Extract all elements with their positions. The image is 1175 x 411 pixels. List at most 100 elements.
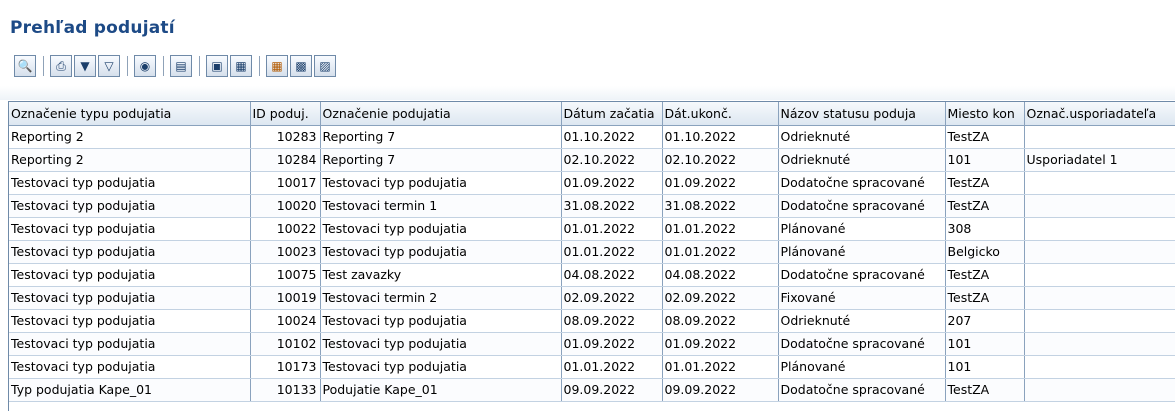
export-icon[interactable]: ▤ <box>170 55 192 77</box>
table-row[interactable]: Reporting 2 10284 Reporting 7 02.10.2022 02.… <box>9 148 1175 172</box>
table-cell[interactable]: Testovaci termin 2 <box>320 286 562 310</box>
table-cell[interactable] <box>1024 332 1175 356</box>
table-cell[interactable]: Testovaci typ podujatia <box>320 171 562 195</box>
print-icon[interactable]: ⎙ <box>50 55 72 77</box>
grid-view-icon[interactable]: ▦ <box>266 55 288 77</box>
table-cell[interactable]: Podujatie Kape_01 <box>320 378 562 402</box>
table-cell[interactable]: Plánované <box>778 240 946 264</box>
table-cell[interactable]: Testovaci typ podujatia <box>9 194 251 218</box>
filter-icon[interactable]: ▼ <box>74 55 96 77</box>
table-cell[interactable]: 31.08.2022 <box>561 194 663 218</box>
column-header[interactable]: Dátum začatia <box>561 102 663 126</box>
table-cell[interactable]: 10022 <box>250 217 321 241</box>
table-cell[interactable]: TestZA <box>945 194 1025 218</box>
table-cell[interactable]: 01.09.2022 <box>662 171 779 195</box>
table-cell[interactable] <box>1024 125 1175 149</box>
column-header[interactable]: Označenie podujatia <box>320 102 562 126</box>
select-layout-icon[interactable]: ▣ <box>206 55 228 77</box>
table-cell[interactable]: Dodatočne spracované <box>778 171 946 195</box>
table-cell[interactable]: TestZA <box>945 286 1025 310</box>
table-cell[interactable]: 10017 <box>250 171 321 195</box>
table-cell[interactable]: Testovaci termin 1 <box>320 194 562 218</box>
table-row[interactable]: Testovaci typ podujatia 10019 Testovaci te… <box>9 286 1175 310</box>
details-magnifier-icon[interactable]: 🔍 <box>14 55 36 77</box>
filter-remove-icon[interactable]: ▽ <box>98 55 120 77</box>
table-cell[interactable]: Usporiadatel 1 <box>1024 148 1175 172</box>
table-cell[interactable]: 10284 <box>250 148 321 172</box>
table-cell[interactable]: Typ podujatia Kape_01 <box>9 378 251 402</box>
table-row[interactable]: Testovaci typ podujatia 10102 Testovaci ty… <box>9 332 1175 356</box>
table-cell[interactable] <box>1024 378 1175 402</box>
table-cell[interactable]: Plánované <box>778 355 946 379</box>
table-cell[interactable]: Reporting 7 <box>320 148 562 172</box>
table-cell[interactable]: 10133 <box>250 378 321 402</box>
table-cell[interactable]: 10173 <box>250 355 321 379</box>
table-cell[interactable]: 01.01.2022 <box>662 240 779 264</box>
table-cell[interactable]: Testovaci typ podujatia <box>320 309 562 333</box>
table-cell[interactable] <box>1024 171 1175 195</box>
table-cell[interactable]: Reporting 2 <box>9 125 251 149</box>
table-cell[interactable]: Dodatočne spracované <box>778 378 946 402</box>
table-cell[interactable]: 10283 <box>250 125 321 149</box>
table-cell[interactable]: 02.09.2022 <box>561 286 663 310</box>
table-cell[interactable]: Reporting 7 <box>320 125 562 149</box>
table-cell[interactable]: Odrieknuté <box>778 309 946 333</box>
table-cell[interactable]: 04.08.2022 <box>561 263 663 287</box>
table-cell[interactable] <box>1024 240 1175 264</box>
table-cell[interactable]: 10024 <box>250 309 321 333</box>
table-row[interactable]: Testovaci typ podujatia 10173 Testovaci ty… <box>9 355 1175 379</box>
table-cell[interactable]: 101 <box>945 148 1025 172</box>
table-cell[interactable]: 01.01.2022 <box>561 217 663 241</box>
table-cell[interactable]: Testovaci typ podujatia <box>9 240 251 264</box>
table-cell[interactable]: Testovaci typ podujatia <box>9 309 251 333</box>
table-cell[interactable]: 10020 <box>250 194 321 218</box>
table-cell[interactable]: Testovaci typ podujatia <box>320 332 562 356</box>
table-row[interactable]: Typ podujatia Kape_01 10133 Podujatie Kape… <box>9 378 1175 402</box>
table-row[interactable]: Reporting 2 10283 Reporting 7 01.10.2022 01.… <box>9 125 1175 149</box>
table-cell[interactable]: TestZA <box>945 171 1025 195</box>
table-cell[interactable] <box>1024 194 1175 218</box>
table-cell[interactable] <box>1024 355 1175 379</box>
table-cell[interactable] <box>1024 309 1175 333</box>
table-cell[interactable]: Testovaci typ podujatia <box>320 240 562 264</box>
table-cell[interactable]: 09.09.2022 <box>561 378 663 402</box>
table-cell[interactable]: Testovaci typ podujatia <box>320 217 562 241</box>
table-row[interactable]: Testovaci typ podujatia 10075 Test zavazky… <box>9 263 1175 287</box>
table-cell[interactable]: 02.10.2022 <box>662 148 779 172</box>
table-cell[interactable]: TestZA <box>945 263 1025 287</box>
table-cell[interactable]: 308 <box>945 217 1025 241</box>
table-cell[interactable]: 01.09.2022 <box>662 332 779 356</box>
table-cell[interactable]: 09.09.2022 <box>662 378 779 402</box>
table-cell[interactable]: 08.09.2022 <box>662 309 779 333</box>
table-cell[interactable]: 10102 <box>250 332 321 356</box>
table-row[interactable]: Testovaci typ podujatia 10023 Testovaci ty… <box>9 240 1175 264</box>
table-cell[interactable]: 31.08.2022 <box>662 194 779 218</box>
table-cell[interactable]: Dodatočne spracované <box>778 194 946 218</box>
table-cell[interactable]: 101 <box>945 355 1025 379</box>
table-cell[interactable]: 01.01.2022 <box>561 240 663 264</box>
table-cell[interactable]: 01.01.2022 <box>561 355 663 379</box>
table-cell[interactable]: Testovaci typ podujatia <box>9 171 251 195</box>
column-header[interactable]: Miesto kon <box>945 102 1025 126</box>
table-row[interactable]: Testovaci typ podujatia 10024 Testovaci ty… <box>9 309 1175 333</box>
table-cell[interactable]: 01.01.2022 <box>662 355 779 379</box>
table-cell[interactable] <box>1024 263 1175 287</box>
table-cell[interactable]: 101 <box>945 332 1025 356</box>
table-cell[interactable]: 10019 <box>250 286 321 310</box>
table-cell[interactable]: 10075 <box>250 263 321 287</box>
table-cell[interactable]: Fixované <box>778 286 946 310</box>
table-cell[interactable]: Dodatočne spracované <box>778 263 946 287</box>
table-cell[interactable]: Reporting 2 <box>9 148 251 172</box>
table-cell[interactable]: 01.01.2022 <box>662 217 779 241</box>
table-row[interactable]: Testovaci typ podujatia 10020 Testovaci te… <box>9 194 1175 218</box>
table-cell[interactable]: Testovaci typ podujatia <box>9 217 251 241</box>
table-row[interactable]: Testovaci typ podujatia 10022 Testovaci ty… <box>9 217 1175 241</box>
column-header[interactable]: Názov statusu poduja <box>778 102 946 126</box>
table-cell[interactable]: 01.09.2022 <box>561 171 663 195</box>
column-header[interactable]: Označenie typu podujatia <box>9 102 251 126</box>
table-cell[interactable]: 01.10.2022 <box>662 125 779 149</box>
table-cell[interactable]: Belgicko <box>945 240 1025 264</box>
table-cell[interactable] <box>1024 217 1175 241</box>
column-header[interactable]: Označ.usporiadateľa <box>1024 102 1175 126</box>
change-layout-icon[interactable]: ▦ <box>230 55 252 77</box>
